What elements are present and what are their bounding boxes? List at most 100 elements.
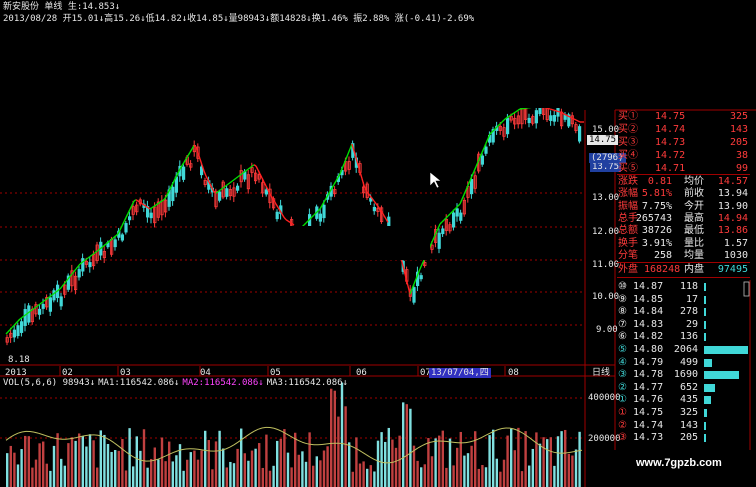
candle [16, 325, 20, 337]
volume-bar [16, 464, 20, 487]
ma-line-segment [231, 179, 235, 182]
volume-ma-segment [245, 433, 251, 437]
outer-inner-row: 外盘 168248 内盘 97495 [617, 264, 750, 276]
volume-bar [553, 465, 556, 487]
bid-volume: 38 [735, 150, 748, 161]
date-axis-label: 04 [200, 368, 211, 378]
ma-line-segment [457, 203, 461, 207]
stat-label: 均价 [684, 176, 704, 187]
ladder-price: 14.82 [633, 331, 664, 343]
volume-bar [495, 458, 498, 487]
ma-line-segment [121, 221, 125, 227]
volume-bar [571, 455, 574, 487]
volume-bar [153, 447, 156, 487]
volume-ma-segment [17, 431, 23, 434]
candle [275, 211, 279, 220]
candle [484, 146, 488, 154]
ladder-volume-bar [704, 308, 707, 317]
ladder-volume-bar [704, 396, 712, 405]
ma-line-segment [551, 108, 555, 111]
candle [19, 321, 24, 333]
ma-line-segment [103, 243, 107, 247]
period-tab[interactable]: 日线 [592, 368, 610, 378]
volume-bar [420, 467, 423, 487]
volume-bar [142, 429, 146, 487]
ohlc-field: 换1.46% [311, 14, 348, 24]
volume-bar [488, 435, 491, 487]
volume-bar [517, 427, 520, 487]
volume-bar [315, 456, 318, 487]
ladder-row: ③ 14.73 205 [617, 432, 750, 444]
candle [59, 296, 63, 307]
date-axis-label: 2013 [5, 368, 27, 378]
ladder-volume-bar [704, 295, 706, 304]
volume-bar [49, 470, 52, 487]
volume-bar [175, 455, 178, 487]
ladder-volume: 278 [679, 306, 698, 318]
ma-line-segment [171, 180, 175, 186]
volume-ma-segment [369, 456, 375, 460]
ma-line-segment [511, 112, 515, 115]
volume-legend-item: VOL(5,6,6) 98943↓ [3, 378, 96, 388]
price-axis-label: 14.75 [587, 135, 619, 145]
ma-line-segment [205, 175, 209, 181]
volume-bar [236, 448, 239, 487]
volume-ma-segment [13, 432, 19, 436]
panel-divider [617, 174, 750, 175]
candle [120, 234, 124, 241]
ladder-row: ① 14.75 325 [617, 407, 750, 419]
bid-price: 14.72 [655, 150, 686, 161]
volume-ma-segment [277, 429, 283, 432]
volume-bar [160, 437, 164, 487]
volume-bar [567, 453, 570, 487]
outer-label: 外盘 [618, 264, 638, 275]
volume-ma-segment [41, 433, 47, 437]
volume-bar [229, 461, 232, 487]
ma-line-segment [449, 211, 453, 215]
ma-line-segment [569, 116, 573, 119]
volume-ma-segment [249, 430, 255, 435]
volume-bar [225, 467, 228, 487]
ma-line-segment [291, 223, 295, 226]
ladder-price: 14.74 [633, 419, 664, 431]
volume-bar [394, 447, 398, 487]
candle [534, 110, 539, 124]
outer-value: 168248 [644, 264, 681, 275]
ladder-row: ⑩ 14.87 118 [617, 281, 750, 293]
ma-line-segment [333, 180, 337, 185]
volume-bar [42, 441, 45, 487]
volume-bar [358, 463, 362, 487]
volume-bar [405, 404, 408, 487]
ma-line-segment [381, 211, 385, 217]
volume-ma-segment [45, 435, 51, 438]
volume-ma-segment [201, 449, 207, 451]
stat-value: 3.91% [641, 237, 672, 249]
volume-bar [535, 432, 538, 487]
stat-value: 0.81 [647, 176, 672, 187]
ladder-label: ⑨ [618, 293, 627, 305]
volume-bar [434, 438, 437, 487]
volume-bar [466, 453, 470, 487]
blank-area [270, 226, 430, 260]
ladder-price: 14.79 [633, 356, 664, 368]
ladder-volume-bar [704, 346, 748, 354]
ladder-row: ② 14.74 143 [617, 420, 750, 432]
volume-bar [366, 468, 369, 487]
ma-line-segment [17, 318, 21, 322]
candle [77, 269, 81, 278]
volume-bar [232, 463, 236, 487]
ladder-label: ② [618, 419, 627, 431]
volume-bar [355, 437, 358, 487]
candle [505, 117, 510, 135]
volume-ma-segment [21, 430, 27, 433]
volume-ma-segment [105, 437, 111, 441]
ladder-volume-bar [704, 421, 706, 430]
volume-bar [326, 446, 329, 487]
volume-ma-segment [493, 429, 499, 432]
volume-bar [74, 440, 77, 487]
price-axis-label: 15.00 [592, 125, 620, 135]
ladder-label: ④ [618, 356, 627, 368]
ma-line-segment [459, 199, 463, 205]
ladder-volume: 118 [679, 281, 698, 292]
ladder-volume: 325 [679, 407, 698, 418]
